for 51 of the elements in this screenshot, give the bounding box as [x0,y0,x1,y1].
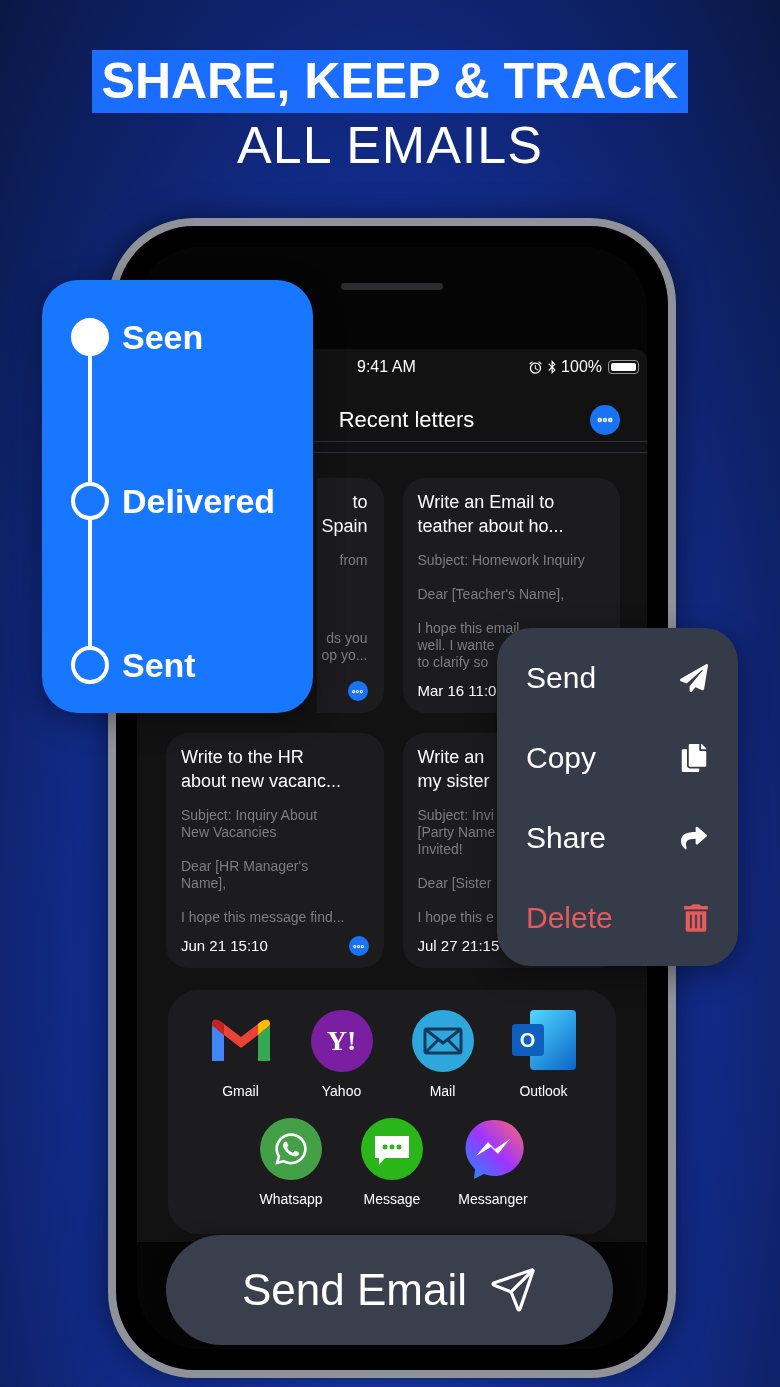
paper-plane-icon [489,1266,537,1314]
share-app-label[interactable]: Whatsapp [259,1190,323,1208]
letter-preview-text: Subject: Inquiry About New Vacancies [181,807,318,841]
letter-title: Write an Email to teather about ho... [417,491,564,538]
alarm-icon [528,359,544,375]
share-app-label[interactable]: Mail [429,1082,456,1100]
share-app-label[interactable]: Message [363,1190,421,1208]
letter-date: Jul 27 21:15 [417,936,500,956]
letter-preview-text: Dear [Teacher's Name], [417,586,565,603]
more-button[interactable] [590,405,620,435]
letter-preview-text: I hope this e [417,909,494,926]
status-time: 9:41 AM [357,357,416,377]
share-app-label[interactable]: Gmail [222,1082,259,1100]
letter-preview-text: I hope this message find... [181,909,345,926]
more-button[interactable] [347,681,368,701]
logo-letter: Y! [326,1027,357,1055]
headline-subtitle: ALL EMAILS [237,117,543,173]
share-arrow-icon [680,825,708,851]
trash-icon [684,904,708,932]
menu-item[interactable]: Share [497,798,738,878]
screen-title: Recent letters [338,405,475,434]
paper-plane-icon [680,664,708,692]
letter-title: to Spain [321,491,368,538]
letter-preview-text: Dear [Sister [417,875,492,892]
letter-date: Jun 21 15:10 [181,936,268,956]
letter-preview-text: Dear [HR Manager's Name], [181,858,309,892]
status-label: Sent [122,645,196,685]
battery-percent: 100% [561,357,602,377]
envelope-icon [411,1010,474,1072]
chat-bubble-icon [361,1118,423,1180]
status-label: Seen [122,317,204,357]
letter-card[interactable]: to Spain from ds you op yo... [316,478,384,713]
copy-icon [680,744,708,772]
letter-title: Write an my sister [417,746,490,793]
logo-letter: O [519,1030,536,1050]
letter-preview-text: ds you op yo... [321,630,368,664]
share-app-label[interactable]: Messanger [458,1190,528,1208]
letter-preview-text: Subject: Homework Inquiry [417,552,585,569]
letter-date: Mar 16 11:0 [417,681,497,701]
send-email-button[interactable]: Send Email [166,1235,613,1345]
status-label: Delivered [122,481,276,521]
letter-card[interactable]: Write to the HR about new vacanc... Subject: Inquiry About New Vacancies Dear [HR Manager's Name], I hope this message find... Jun 21 15:10 [166,733,384,968]
share-app-label[interactable]: Outlook [519,1082,568,1100]
battery-icon [608,360,639,374]
share-app-label[interactable]: Yahoo [321,1082,362,1100]
letter-title: Write to the HR about new vacanc... [181,746,342,793]
letter-preview-text: from [339,552,368,569]
letter-preview-text: Subject: Invi [Party Name Invited! [417,807,496,858]
more-button[interactable] [348,936,369,956]
menu-item[interactable]: Copy [497,718,738,798]
headline-highlight: SHARE, KEEP & TRACK [91,50,689,113]
